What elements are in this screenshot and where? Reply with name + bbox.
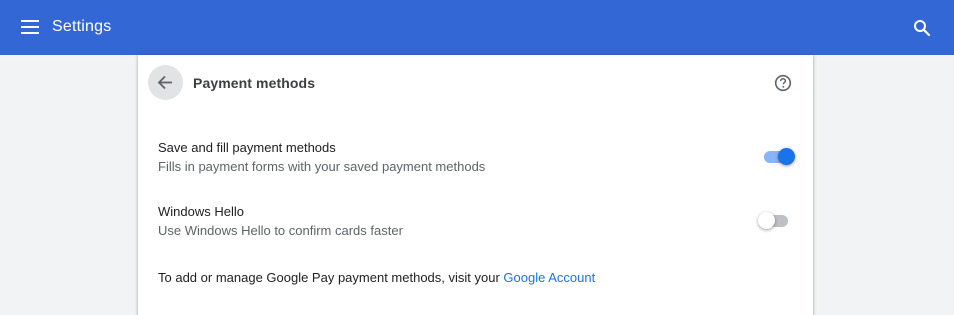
- setting-label: Windows Hello: [158, 204, 244, 219]
- setting-row-save-fill[interactable]: Save and fill payment methods Fills in p…: [138, 133, 813, 183]
- search-icon: [914, 20, 931, 37]
- payment-methods-card: Payment methods Save and fill payment me…: [138, 55, 813, 315]
- google-pay-info-text: To add or manage Google Pay payment meth…: [158, 270, 504, 285]
- toolbar-title: Settings: [52, 18, 112, 35]
- toggle-knob: [778, 148, 795, 165]
- windows-hello-toggle[interactable]: [758, 211, 792, 231]
- google-pay-info: To add or manage Google Pay payment meth…: [158, 269, 595, 287]
- setting-row-windows-hello[interactable]: Windows Hello Use Windows Hello to confi…: [138, 197, 813, 247]
- google-account-link[interactable]: Google Account: [503, 270, 595, 285]
- save-fill-toggle[interactable]: [762, 147, 796, 167]
- help-button[interactable]: [770, 70, 796, 96]
- setting-description: Use Windows Hello to confirm cards faste…: [158, 223, 403, 238]
- search-button[interactable]: [906, 12, 938, 44]
- settings-toolbar: Settings: [0, 0, 954, 55]
- back-button[interactable]: [148, 65, 183, 100]
- main-menu-button[interactable]: [14, 12, 46, 44]
- toggle-knob: [758, 212, 775, 229]
- setting-description: Fills in payment forms with your saved p…: [158, 159, 486, 174]
- menu-icon: [21, 20, 39, 34]
- arrow-back-icon: [157, 75, 172, 90]
- setting-label: Save and fill payment methods: [158, 140, 336, 155]
- help-icon: [774, 74, 792, 92]
- page-title: Payment methods: [193, 75, 316, 91]
